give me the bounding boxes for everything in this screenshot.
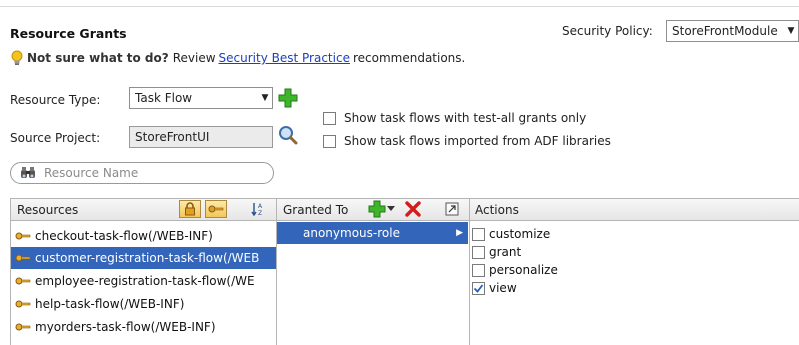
source-project-label: Source Project: — [10, 131, 101, 145]
svg-text:Z: Z — [258, 210, 262, 217]
grantee-label: anonymous-role — [303, 226, 400, 240]
source-project-field: StoreFrontUI — [129, 126, 273, 148]
security-policy-label: Security Policy: — [562, 24, 653, 38]
resources-header: Resources — [17, 203, 79, 217]
action-label: grant — [489, 245, 522, 259]
hint-post-text: recommendations. — [352, 51, 466, 65]
top-divider — [0, 6, 799, 7]
magnifier-icon[interactable] — [277, 124, 299, 146]
lightbulb-icon — [11, 50, 23, 65]
resource-item-label: customer-registration-task-flow(/WEB — [35, 251, 260, 265]
lock-filter-button[interactable] — [179, 200, 201, 218]
resource-item-customer-registration[interactable]: customer-registration-task-flow(/WEB — [11, 247, 276, 269]
resource-type-label: Resource Type: — [10, 93, 101, 107]
resource-name-placeholder: Resource Name — [44, 166, 139, 180]
swap-panel-icon — [445, 202, 459, 216]
resource-item-label: myorders-task-flow(/WEB-INF) — [35, 320, 216, 334]
grantee-item-anonymous-role[interactable]: anonymous-role ▶ — [277, 222, 468, 244]
security-policy-value: StoreFrontModule — [672, 24, 778, 38]
resource-item-checkout[interactable]: checkout-task-flow(/WEB-INF) — [11, 225, 276, 247]
action-item-view[interactable]: view — [472, 279, 517, 297]
svg-text:A: A — [258, 203, 263, 210]
chevron-down-icon: ▼ — [787, 26, 795, 36]
hint-question: Not sure what to do? — [27, 51, 169, 65]
show-test-all-label: Show task flows with test-all grants onl… — [344, 111, 587, 125]
action-label: customize — [489, 227, 551, 241]
chevron-right-icon: ▶ — [456, 228, 463, 238]
checkmark-icon — [473, 283, 484, 293]
resource-name-search[interactable]: Resource Name — [10, 162, 274, 184]
key-icon — [208, 205, 224, 213]
action-checkbox[interactable] — [472, 227, 485, 241]
delete-grant-button[interactable] — [403, 200, 423, 218]
key-icon — [15, 277, 31, 285]
swap-panel-button[interactable] — [441, 200, 463, 218]
resource-item-label: employee-registration-task-flow(/WE — [35, 274, 255, 288]
resource-item-label: help-task-flow(/WEB-INF) — [35, 297, 185, 311]
chevron-down-icon — [387, 206, 395, 211]
red-x-icon — [405, 201, 421, 217]
hint-pre-text: Review — [172, 51, 216, 65]
security-policy-select[interactable]: StoreFrontModule ▼ — [666, 20, 799, 42]
key-icon — [15, 323, 31, 331]
show-test-all-checkbox[interactable] — [323, 111, 336, 125]
action-label: view — [489, 281, 517, 295]
green-plus-icon — [368, 200, 386, 218]
action-label: personalize — [489, 263, 558, 277]
resource-item-label: checkout-task-flow(/WEB-INF) — [35, 229, 213, 243]
action-item-grant[interactable]: grant — [472, 243, 521, 261]
resource-item-myorders[interactable]: myorders-task-flow(/WEB-INF) — [11, 316, 276, 338]
key-filter-button[interactable] — [205, 200, 227, 218]
key-icon — [15, 232, 31, 240]
column-divider[interactable] — [469, 199, 470, 345]
key-icon — [15, 254, 31, 262]
action-checkbox[interactable] — [472, 245, 485, 259]
column-divider[interactable] — [276, 199, 277, 345]
actions-header: Actions — [475, 203, 519, 217]
page-title: Resource Grants — [10, 26, 127, 41]
binoculars-icon — [21, 167, 35, 178]
key-icon — [15, 300, 31, 308]
green-plus-icon[interactable] — [277, 87, 299, 109]
lock-icon — [185, 202, 195, 216]
action-checkbox[interactable] — [472, 263, 485, 277]
action-checkbox-checked[interactable] — [472, 281, 485, 295]
security-best-practice-link[interactable]: Security Best Practice — [219, 51, 350, 65]
hint-line: Not sure what to do? Review Security Bes… — [10, 50, 465, 66]
resource-type-value: Task Flow — [135, 91, 193, 105]
resource-item-help[interactable]: help-task-flow(/WEB-INF) — [11, 293, 276, 315]
chevron-down-icon: ▼ — [261, 93, 269, 103]
show-imported-label: Show task flows imported from ADF librar… — [344, 134, 611, 148]
action-item-personalize[interactable]: personalize — [472, 261, 558, 279]
show-test-all-checkbox-row[interactable]: Show task flows with test-all grants onl… — [323, 111, 586, 125]
sort-az-icon: A Z — [251, 203, 263, 217]
resource-item-employee-registration[interactable]: employee-registration-task-flow(/WE — [11, 270, 276, 292]
granted-to-header: Granted To — [283, 203, 349, 217]
show-imported-checkbox-row[interactable]: Show task flows imported from ADF librar… — [323, 134, 611, 148]
action-item-customize[interactable]: customize — [472, 225, 550, 243]
resource-type-select[interactable]: Task Flow ▼ — [129, 87, 273, 109]
sort-button[interactable]: A Z — [248, 200, 270, 218]
add-grant-button[interactable] — [364, 200, 398, 218]
show-imported-checkbox[interactable] — [323, 134, 336, 148]
